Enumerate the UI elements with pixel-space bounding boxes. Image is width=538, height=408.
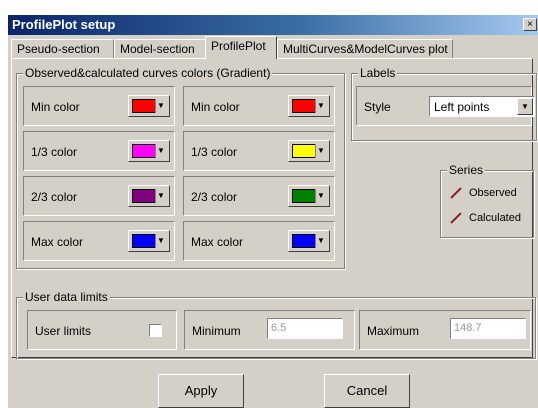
color-picker-button[interactable]: ▼ bbox=[128, 230, 170, 252]
series-label: Observed bbox=[469, 187, 517, 199]
color-picker-button[interactable]: ▼ bbox=[288, 140, 330, 162]
color-label: 2/3 color bbox=[191, 190, 238, 204]
profileplot-tab-panel: Observed&calculated curves colors (Gradi… bbox=[11, 58, 537, 359]
color-label: 1/3 color bbox=[31, 145, 78, 159]
minimum-row: Minimum 6.5 bbox=[184, 310, 355, 350]
color-picker-button[interactable]: ▼ bbox=[128, 95, 170, 117]
left-min-color-row: Min color ▼ bbox=[23, 86, 175, 126]
color-swatch bbox=[132, 189, 156, 203]
title-bar: ProfilePlot setup × bbox=[8, 15, 538, 35]
color-picker-button[interactable]: ▼ bbox=[128, 185, 170, 207]
chevron-down-icon: ▼ bbox=[315, 189, 326, 203]
apply-button[interactable]: Apply bbox=[158, 374, 244, 408]
minimum-label: Minimum bbox=[192, 324, 241, 338]
color-swatch bbox=[292, 99, 316, 113]
style-select-value: Left points bbox=[434, 100, 490, 114]
user-limits-checkbox[interactable] bbox=[149, 324, 162, 337]
limits-group-label: User data limits bbox=[23, 290, 110, 304]
user-data-limits-group: User data limits User limits Minimum 6.5… bbox=[16, 290, 536, 359]
color-label: Min color bbox=[31, 100, 80, 114]
chevron-down-icon: ▼ bbox=[315, 234, 326, 248]
maximum-row: Maximum 148.7 bbox=[359, 310, 531, 350]
maximum-label: Maximum bbox=[367, 324, 420, 338]
color-swatch bbox=[132, 99, 156, 113]
series-item-calculated: Calculated bbox=[449, 212, 521, 224]
left-one-third-color-row: 1/3 color ▼ bbox=[23, 131, 175, 171]
user-limits-row: User limits bbox=[27, 310, 177, 350]
color-picker-button[interactable]: ▼ bbox=[288, 95, 330, 117]
series-group: Series Observed Calculated bbox=[440, 163, 534, 238]
left-max-color-row: Max color ▼ bbox=[23, 221, 175, 261]
profileplot-setup-window: ProfilePlot setup × Pseudo-section Model… bbox=[7, 14, 538, 408]
style-row: Style Left points ▼ bbox=[356, 86, 535, 126]
tab-pseudo-section[interactable]: Pseudo-section bbox=[11, 39, 114, 58]
color-label: 1/3 color bbox=[191, 145, 238, 159]
right-two-third-color-row: 2/3 color ▼ bbox=[183, 176, 335, 216]
style-label: Style bbox=[364, 100, 391, 114]
color-picker-button[interactable]: ▼ bbox=[128, 140, 170, 162]
color-label: Min color bbox=[191, 100, 240, 114]
calculated-line-icon bbox=[450, 212, 462, 224]
gradient-group-label: Observed&calculated curves colors (Gradi… bbox=[23, 66, 273, 80]
color-label: Max color bbox=[31, 235, 84, 249]
user-limits-label: User limits bbox=[35, 324, 91, 338]
right-one-third-color-row: 1/3 color ▼ bbox=[183, 131, 335, 171]
color-swatch bbox=[132, 144, 156, 158]
minimum-field[interactable]: 6.5 bbox=[267, 318, 343, 339]
chevron-down-icon: ▼ bbox=[155, 144, 166, 158]
left-two-third-color-row: 2/3 color ▼ bbox=[23, 176, 175, 216]
color-swatch bbox=[292, 144, 316, 158]
color-swatch bbox=[292, 189, 316, 203]
tab-profileplot[interactable]: ProfilePlot bbox=[205, 36, 277, 59]
window-title: ProfilePlot setup bbox=[12, 17, 116, 32]
color-picker-button[interactable]: ▼ bbox=[288, 230, 330, 252]
chevron-down-icon: ▼ bbox=[155, 234, 166, 248]
color-label: 2/3 color bbox=[31, 190, 78, 204]
tab-multicurves-modelcurves-plot[interactable]: MultiCurves&ModelCurves plot bbox=[277, 39, 453, 58]
maximum-field[interactable]: 148.7 bbox=[450, 318, 526, 339]
right-max-color-row: Max color ▼ bbox=[183, 221, 335, 261]
color-label: Max color bbox=[191, 235, 244, 249]
gradient-colors-group: Observed&calculated curves colors (Gradi… bbox=[16, 66, 345, 269]
labels-group-label: Labels bbox=[358, 66, 398, 80]
series-group-label: Series bbox=[447, 163, 486, 177]
close-icon[interactable]: × bbox=[523, 18, 537, 31]
chevron-down-icon: ▼ bbox=[155, 99, 166, 113]
color-swatch bbox=[292, 234, 316, 248]
color-picker-button[interactable]: ▼ bbox=[288, 185, 330, 207]
chevron-down-icon: ▼ bbox=[315, 99, 326, 113]
labels-group: Labels Style Left points ▼ bbox=[351, 66, 537, 141]
chevron-down-icon[interactable]: ▼ bbox=[517, 98, 533, 115]
series-label: Calculated bbox=[469, 212, 521, 224]
color-swatch bbox=[132, 234, 156, 248]
style-select[interactable]: Left points ▼ bbox=[429, 96, 535, 117]
observed-line-icon bbox=[450, 187, 462, 199]
cancel-button[interactable]: Cancel bbox=[324, 374, 410, 408]
tab-model-section[interactable]: Model-section bbox=[114, 39, 206, 58]
chevron-down-icon: ▼ bbox=[155, 189, 166, 203]
chevron-down-icon: ▼ bbox=[315, 144, 326, 158]
right-min-color-row: Min color ▼ bbox=[183, 86, 335, 126]
series-item-observed: Observed bbox=[449, 187, 517, 199]
